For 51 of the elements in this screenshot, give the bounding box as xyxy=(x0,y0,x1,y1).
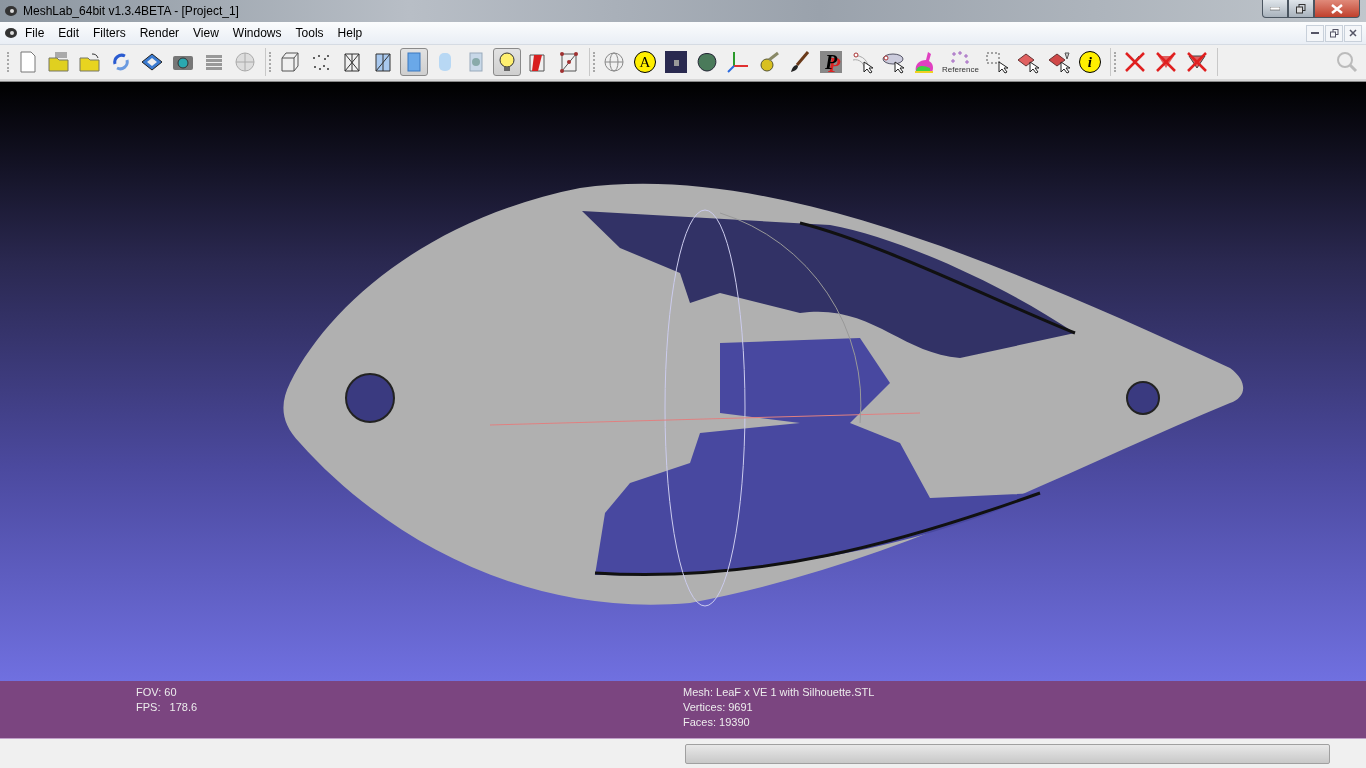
select-faces-icon xyxy=(1046,50,1071,74)
dark-tile-button[interactable] xyxy=(662,48,690,76)
globe-icon xyxy=(602,50,626,74)
select-rect-icon xyxy=(984,50,1009,74)
cube-icon xyxy=(278,50,302,74)
scattered-points-icon xyxy=(949,50,972,65)
minimize-icon xyxy=(1311,31,1319,35)
mesh-blob-icon xyxy=(695,50,719,74)
bulb-button[interactable] xyxy=(493,48,521,76)
menu-item[interactable]: File xyxy=(18,24,52,42)
restore-button[interactable] xyxy=(1325,24,1343,42)
folder-icon xyxy=(47,50,71,74)
brush-icon xyxy=(788,50,812,74)
selected-faces-icon xyxy=(557,50,581,74)
viewport[interactable] xyxy=(0,81,1366,681)
tool-button[interactable]: Reference xyxy=(941,48,980,76)
axes-icon xyxy=(726,50,750,74)
minimize-button[interactable] xyxy=(1262,0,1288,18)
delete-icon xyxy=(1122,50,1147,74)
menu-item[interactable]: Tools xyxy=(288,24,331,42)
menu-item[interactable]: Render xyxy=(132,24,187,42)
close-icon xyxy=(1349,29,1357,37)
info-text: Mesh: LeaF x VE 1 with Silhouette.STL xyxy=(683,685,876,700)
dark-tile-icon xyxy=(664,50,688,74)
paint-icon xyxy=(757,50,781,74)
pick-points-icon xyxy=(850,50,874,74)
tool-button[interactable]: P xyxy=(817,48,845,76)
folder-icon xyxy=(78,50,102,74)
restore-icon xyxy=(1296,3,1306,14)
maximize-button[interactable] xyxy=(1288,0,1314,18)
app-logo-icon xyxy=(4,5,18,17)
align-icon xyxy=(881,50,905,74)
delete-icon xyxy=(1153,50,1178,74)
menu-item[interactable]: Edit xyxy=(51,24,87,42)
info-text: FPS: 178.6 xyxy=(136,700,199,715)
menu-item[interactable]: Help xyxy=(330,24,370,42)
window-title: MeshLab_64bit v1.3.4BETA - [Project_1] xyxy=(23,4,240,18)
flat-shading-button[interactable] xyxy=(400,48,428,76)
menu-item[interactable]: Windows xyxy=(225,24,289,42)
delete-icon xyxy=(1184,50,1209,74)
info-text: Faces: 19390 xyxy=(683,715,751,730)
app-logo-icon xyxy=(4,27,18,39)
info-text: Vertices: 9691 xyxy=(683,700,754,715)
minimize-icon xyxy=(1270,6,1280,11)
info-text: FOV: 60 xyxy=(136,685,178,700)
close-icon xyxy=(1331,3,1343,14)
menu-item[interactable]: View xyxy=(186,24,226,42)
close-button[interactable] xyxy=(1314,0,1360,18)
globe-icon xyxy=(233,50,257,74)
menu-item[interactable]: Filters xyxy=(86,24,133,42)
restore-icon xyxy=(1329,28,1339,38)
